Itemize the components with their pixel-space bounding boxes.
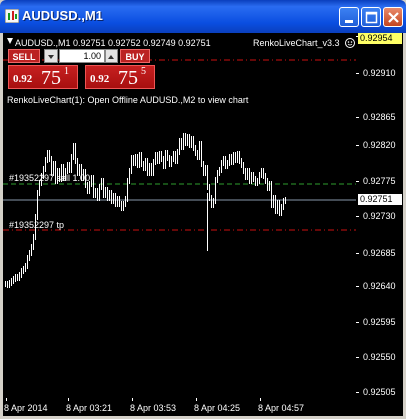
time-tick-label: 8 Apr 03:53 [130, 403, 177, 413]
time-tick-label: 8 Apr 04:57 [258, 403, 305, 413]
sell-label-button[interactable]: SELL [8, 49, 40, 63]
arrow-up-icon [108, 55, 114, 59]
title-bar[interactable]: AUDUSD.,M1 [0, 0, 406, 33]
price-tick-label: 0.92685 [363, 248, 396, 258]
maximize-icon [365, 11, 378, 24]
time-tick-label: 8 Apr 2014 [4, 403, 48, 413]
price-tick-label: 0.92865 [363, 112, 396, 122]
buy-price-big: 75 [118, 67, 138, 89]
buy-price-button[interactable]: 0.92 75 5 [85, 65, 155, 89]
buy-label-button[interactable]: BUY [120, 49, 150, 63]
close-icon [388, 12, 399, 23]
maximize-button[interactable] [361, 7, 381, 27]
lot-decrease-button[interactable] [44, 49, 58, 63]
price-tick-label: 0.92775 [363, 176, 396, 186]
triangle-down-icon [7, 38, 13, 44]
time-tick-mark [68, 398, 69, 401]
price-tick-label: 0.92595 [363, 317, 396, 327]
minimize-button[interactable] [339, 7, 359, 27]
price-tick-mark [356, 392, 359, 393]
sell-order-label: #19352297 sell 1.00 [9, 173, 91, 183]
price-tick-label: 0.92910 [363, 68, 396, 78]
symbol-info: AUDUSD.,M1 0.92751 0.92752 0.92749 0.927… [15, 38, 211, 48]
sell-price-big: 75 [41, 67, 61, 89]
top-price-box: 0.92954 [358, 33, 402, 44]
price-tick-mark [356, 357, 359, 358]
price-tick-label: 0.92730 [363, 211, 396, 221]
chart-comment: RenkoLiveChart(1): Open Offline AUDUSD.,… [7, 95, 249, 105]
current-price-box: 0.92751 [358, 194, 402, 205]
time-tick-label: 8 Apr 03:21 [66, 403, 113, 413]
time-scale[interactable]: 8 Apr 2014 8 Apr 03:21 8 Apr 03:53 8 Apr 04… [3, 398, 356, 416]
price-tick-mark [356, 216, 359, 217]
chart-window: AUDUSD.,M1 AUDUSD.,M1 0.92751 0.92752 0.… [0, 0, 406, 419]
time-tick-mark [132, 398, 133, 401]
sell-price-small: 0.92 [13, 73, 33, 85]
take-profit-label: #19352297 tp [9, 220, 65, 230]
lot-increase-button[interactable] [105, 49, 118, 63]
sell-price-button[interactable]: 0.92 75 1 [8, 65, 78, 89]
price-scale[interactable]: 0.92910 0.92865 0.92820 0.92775 0.92730 0.926… [356, 33, 403, 398]
price-tick-mark [356, 145, 359, 146]
window-title: AUDUSD.,M1 [22, 8, 103, 23]
price-tick-label: 0.92820 [363, 140, 396, 150]
buy-price-point: 5 [141, 66, 146, 77]
price-tick-mark [356, 73, 359, 74]
one-click-trading-panel: SELL 1.00 BUY 0.92 75 1 0.92 75 5 [8, 48, 156, 90]
price-tick-mark [356, 181, 359, 182]
time-tick-mark [196, 398, 197, 401]
price-tick-label: 0.92550 [363, 352, 396, 362]
time-tick-mark [6, 398, 7, 401]
buy-price-small: 0.92 [90, 73, 110, 85]
price-tick-mark [356, 117, 359, 118]
minimize-icon [345, 20, 353, 23]
arrow-down-icon [48, 55, 54, 59]
indicator-label: RenkoLiveChart_v3.3 [253, 38, 340, 48]
price-tick-mark [356, 322, 359, 323]
time-tick-label: 8 Apr 04:25 [194, 403, 241, 413]
price-tick-label: 0.92640 [363, 281, 396, 291]
chart-app-icon [5, 9, 19, 23]
lot-size-input[interactable]: 1.00 [59, 49, 105, 63]
close-button[interactable] [383, 7, 403, 27]
price-chart[interactable]: AUDUSD.,M1 0.92751 0.92752 0.92749 0.927… [3, 33, 403, 416]
price-tick-mark [356, 286, 359, 287]
sell-price-point: 1 [64, 66, 69, 77]
price-tick-label: 0.92505 [363, 387, 396, 397]
price-tick-mark [356, 253, 359, 254]
smiley-icon [345, 38, 355, 48]
time-tick-mark [260, 398, 261, 401]
